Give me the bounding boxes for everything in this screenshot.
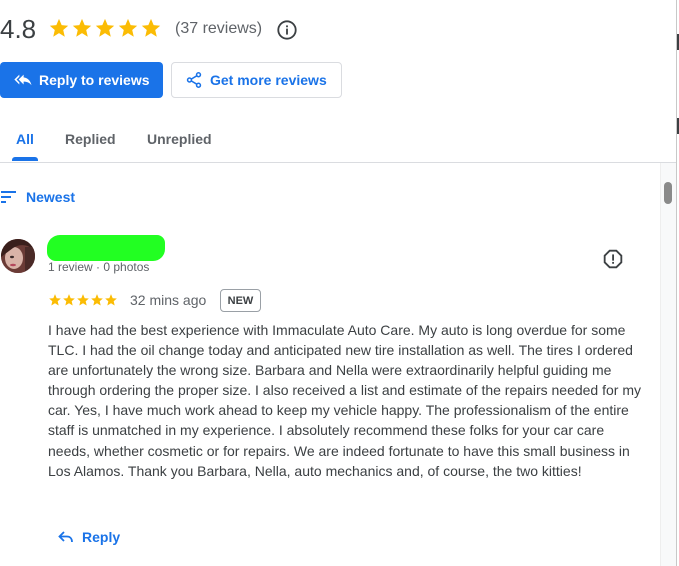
share-icon [186,72,202,88]
get-more-reviews-button[interactable]: Get more reviews [171,62,342,98]
tab-unreplied[interactable]: Unreplied [147,130,212,148]
reviewer-name-redaction [47,235,165,261]
panel-right-border [676,0,677,566]
star-icon [141,18,161,37]
tabs-divider [0,162,676,163]
avatar[interactable] [1,239,35,273]
reply-all-icon [14,74,32,86]
star-icon [95,18,115,37]
tab-all[interactable]: All [16,130,34,148]
active-tab-indicator [12,157,38,161]
sort-icon[interactable] [0,189,18,205]
star-icon [118,18,138,37]
reply-to-reviews-label: Reply to reviews [39,72,150,88]
star-icon [91,294,103,306]
scrollbar-thumb[interactable] [664,182,672,204]
star-icon [49,18,69,37]
reply-icon[interactable] [58,530,74,544]
scrollbar-track[interactable] [660,163,676,566]
reviewer-meta: 1 review · 0 photos [48,260,150,274]
flag-icon[interactable] [603,249,623,269]
reply-button[interactable]: Reply [82,529,120,545]
reply-to-reviews-button[interactable]: Reply to reviews [0,62,163,98]
rating-value: 4.8 [0,14,37,44]
review-text: I have had the best experience with Imma… [48,322,641,479]
avatar-image [1,239,35,273]
sort-dropdown[interactable]: Newest [26,189,75,205]
review-stars [48,293,118,307]
new-badge: NEW [220,289,261,312]
review-time: 32 mins ago [130,292,207,308]
get-more-reviews-label: Get more reviews [210,72,327,88]
tab-replied[interactable]: Replied [65,130,116,148]
star-icon [49,294,61,306]
rating-stars [48,17,162,39]
star-icon [77,294,89,306]
star-icon [72,18,92,37]
star-icon [63,294,75,306]
review-count: (37 reviews) [175,20,263,37]
info-icon[interactable] [276,19,298,41]
star-icon [105,294,117,306]
